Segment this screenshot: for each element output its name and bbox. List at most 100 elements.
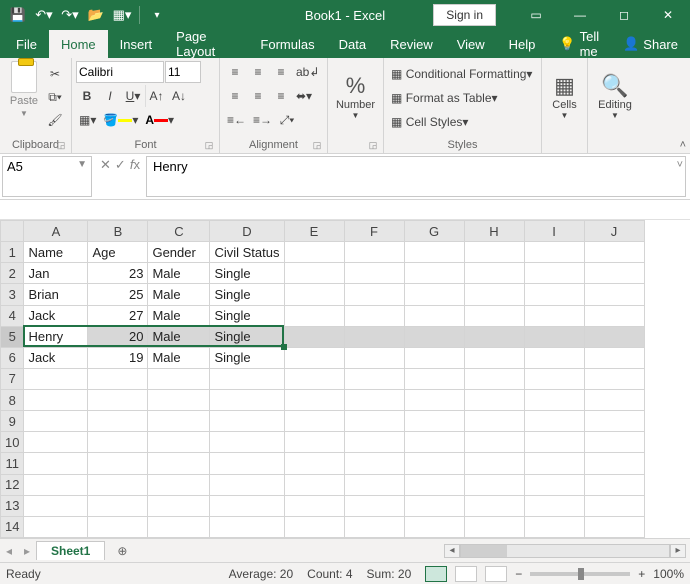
underline-button[interactable]: U▾ — [122, 85, 144, 107]
open-icon[interactable]: 📂 — [84, 3, 108, 27]
cell[interactable]: Name — [24, 242, 88, 263]
row-header[interactable]: 2 — [1, 263, 24, 284]
maximize-icon[interactable]: ◻ — [602, 0, 646, 30]
cell[interactable] — [584, 326, 644, 347]
undo-icon[interactable]: ↶▾ — [32, 3, 56, 27]
cancel-formula-icon[interactable]: ✕ — [100, 157, 111, 173]
cell[interactable] — [148, 495, 210, 516]
paste-button[interactable]: Paste ▼ — [4, 61, 44, 118]
cell[interactable] — [88, 390, 148, 411]
cell[interactable] — [88, 432, 148, 453]
cell[interactable]: Civil Status — [210, 242, 284, 263]
font-launcher-icon[interactable]: ◲ — [203, 140, 215, 152]
row-header[interactable]: 14 — [1, 516, 24, 537]
cell[interactable]: Male — [148, 263, 210, 284]
normal-view-button[interactable] — [425, 566, 447, 582]
cell[interactable] — [88, 495, 148, 516]
cell[interactable] — [464, 390, 524, 411]
cell[interactable]: Male — [148, 347, 210, 368]
cell[interactable] — [584, 474, 644, 495]
enter-formula-icon[interactable]: ✓ — [115, 157, 126, 173]
share-button[interactable]: 👤Share — [611, 30, 690, 58]
cell[interactable] — [524, 390, 584, 411]
name-box[interactable]: A5 ▼ — [2, 156, 92, 197]
align-middle-icon[interactable]: ≡ — [247, 61, 269, 83]
horizontal-scrollbar[interactable]: ◂ ▸ — [444, 544, 690, 558]
cell[interactable] — [284, 305, 344, 326]
italic-button[interactable]: I — [99, 85, 121, 107]
cell[interactable]: Age — [88, 242, 148, 263]
cell[interactable] — [284, 432, 344, 453]
worksheet-grid[interactable]: ABCDEFGHIJ1NameAgeGenderCivil Status2Jan… — [0, 220, 690, 538]
cell[interactable] — [524, 347, 584, 368]
cell[interactable] — [404, 284, 464, 305]
editing-button[interactable]: 🔍 Editing ▼ — [592, 61, 638, 131]
cell[interactable] — [210, 368, 284, 389]
number-launcher-icon[interactable]: ◲ — [367, 140, 379, 152]
cell[interactable] — [344, 411, 404, 432]
font-name-select[interactable] — [76, 61, 164, 83]
tab-data[interactable]: Data — [327, 30, 378, 58]
orientation-icon[interactable]: ⤢▾ — [276, 109, 298, 131]
column-header[interactable]: G — [404, 221, 464, 242]
cell[interactable]: Male — [148, 284, 210, 305]
column-header[interactable]: J — [584, 221, 644, 242]
format-painter-icon[interactable]: 🖌 — [44, 109, 66, 131]
cell[interactable] — [344, 263, 404, 284]
row-header[interactable]: 8 — [1, 390, 24, 411]
conditional-formatting-button[interactable]: ▦ Conditional Formatting▾ — [388, 63, 537, 85]
cell[interactable] — [404, 432, 464, 453]
formula-input[interactable]: Henry ˅ — [146, 156, 686, 197]
sheet-nav-next-icon[interactable]: ▸ — [18, 544, 36, 558]
cell[interactable] — [284, 390, 344, 411]
borders-button[interactable]: ▦▾ — [76, 109, 99, 131]
cell[interactable]: Male — [148, 305, 210, 326]
cell[interactable] — [584, 411, 644, 432]
cell[interactable] — [404, 390, 464, 411]
tab-insert[interactable]: Insert — [108, 30, 165, 58]
cell[interactable] — [284, 368, 344, 389]
cell[interactable] — [464, 474, 524, 495]
cell[interactable]: Jack — [24, 305, 88, 326]
cell[interactable] — [88, 516, 148, 537]
cells-button[interactable]: ▦ Cells ▼ — [546, 61, 583, 131]
align-left-icon[interactable]: ≡ — [224, 85, 246, 107]
row-header[interactable]: 13 — [1, 495, 24, 516]
cell[interactable] — [524, 516, 584, 537]
cell[interactable] — [210, 474, 284, 495]
cell[interactable] — [584, 305, 644, 326]
column-header[interactable]: I — [524, 221, 584, 242]
cell[interactable] — [404, 411, 464, 432]
tab-help[interactable]: Help — [497, 30, 548, 58]
cell[interactable] — [524, 368, 584, 389]
collapse-ribbon-icon[interactable]: ˄ — [680, 139, 686, 151]
zoom-in-button[interactable]: + — [638, 567, 645, 581]
cell[interactable] — [464, 305, 524, 326]
cell[interactable]: Male — [148, 326, 210, 347]
cell[interactable] — [148, 390, 210, 411]
cell[interactable] — [24, 453, 88, 474]
cell[interactable] — [404, 474, 464, 495]
cell[interactable]: 25 — [88, 284, 148, 305]
cell[interactable] — [584, 390, 644, 411]
column-header[interactable]: H — [464, 221, 524, 242]
cell[interactable]: Single — [210, 305, 284, 326]
cell[interactable] — [524, 284, 584, 305]
column-header[interactable]: E — [284, 221, 344, 242]
cell[interactable]: 27 — [88, 305, 148, 326]
cell[interactable] — [284, 284, 344, 305]
sign-in-button[interactable]: Sign in — [433, 4, 496, 26]
cell[interactable]: Jack — [24, 347, 88, 368]
cell[interactable]: Single — [210, 326, 284, 347]
zoom-slider[interactable] — [530, 572, 630, 576]
new-sheet-button[interactable]: ⊕ — [111, 541, 133, 561]
zoom-out-button[interactable]: − — [515, 567, 522, 581]
cell[interactable] — [344, 474, 404, 495]
cell[interactable] — [344, 453, 404, 474]
cell[interactable] — [210, 390, 284, 411]
cell[interactable] — [464, 326, 524, 347]
cell[interactable]: 23 — [88, 263, 148, 284]
cell[interactable] — [464, 284, 524, 305]
cell[interactable]: Gender — [148, 242, 210, 263]
minimize-icon[interactable]: — — [558, 0, 602, 30]
